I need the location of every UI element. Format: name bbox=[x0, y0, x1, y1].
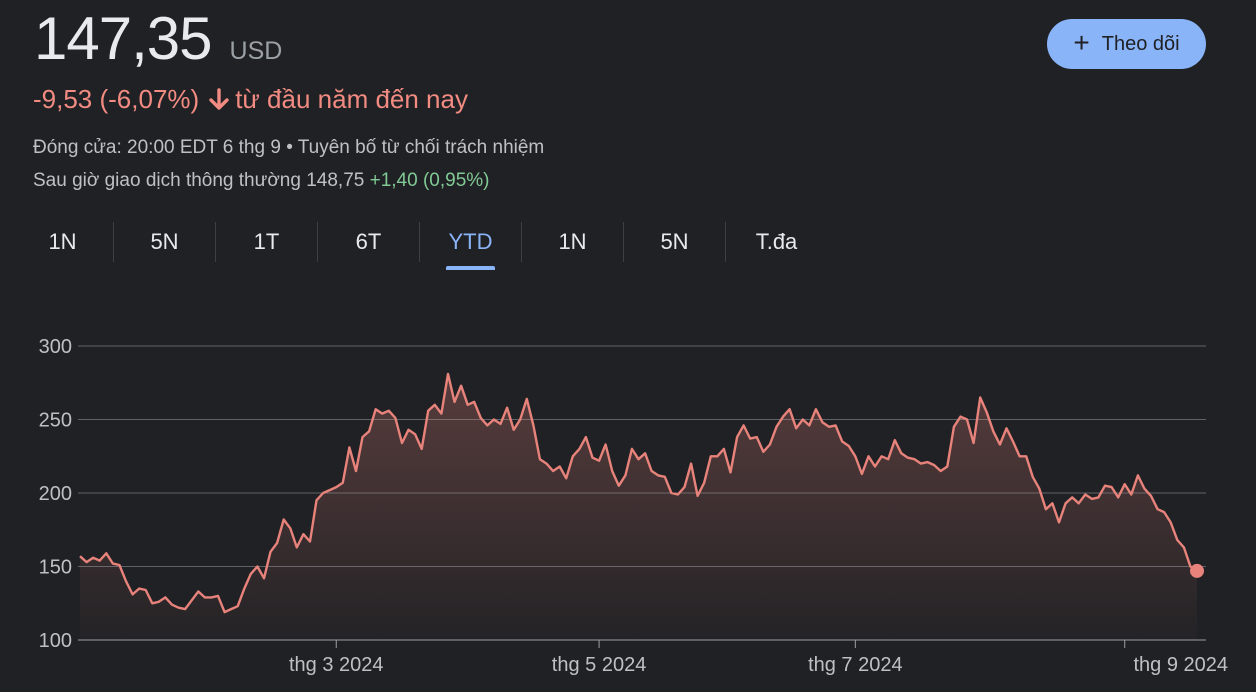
ytd-change: -9,53 (-6,07%) từ đầu năm đến nay bbox=[33, 84, 468, 115]
y-tick-label: 150 bbox=[39, 557, 72, 579]
x-tick-label: thg 7 2024 bbox=[808, 654, 903, 676]
arrow-down-icon bbox=[209, 87, 229, 110]
tab-range-6m[interactable]: 6T bbox=[318, 222, 420, 262]
x-tick-label: thg 9 2024 bbox=[1133, 654, 1228, 676]
plus-icon: + bbox=[1073, 26, 1090, 58]
x-tick-label: thg 5 2024 bbox=[552, 654, 647, 676]
tab-range-1y[interactable]: 1N bbox=[522, 222, 624, 262]
y-tick-label: 300 bbox=[39, 336, 72, 358]
tab-range-5y[interactable]: 5N bbox=[624, 222, 726, 262]
tab-range-1d[interactable]: 1N bbox=[12, 222, 114, 262]
current-price: 147,35 bbox=[34, 5, 213, 72]
follow-label: Theo dõi bbox=[1101, 32, 1180, 55]
y-tick-label: 200 bbox=[39, 483, 72, 505]
x-tick-label: thg 3 2024 bbox=[289, 654, 384, 676]
tab-range-5d[interactable]: 5N bbox=[114, 222, 216, 262]
price-header: 147,35 USD bbox=[34, 4, 282, 73]
y-tick-label: 100 bbox=[39, 630, 72, 652]
price-area bbox=[80, 373, 1197, 640]
close-info: Đóng cửa: 20:00 EDT 6 thg 9 • Tuyên bố t… bbox=[33, 137, 545, 158]
change-period: từ đầu năm đến nay bbox=[235, 84, 468, 114]
y-tick-label: 250 bbox=[39, 410, 72, 432]
tab-range-max[interactable]: T.đa bbox=[726, 222, 827, 262]
follow-button[interactable]: + Theo dõi bbox=[1047, 19, 1206, 69]
after-hours-info: Sau giờ giao dịch thông thường 148,75 +1… bbox=[33, 170, 490, 192]
after-hours-label: Sau giờ giao dịch thông thường 148,75 bbox=[33, 170, 365, 191]
range-tabs: 1N 5N 1T 6T YTD 1N 5N T.đa bbox=[12, 222, 827, 270]
currency-label: USD bbox=[229, 37, 283, 65]
tab-range-ytd[interactable]: YTD bbox=[420, 222, 522, 270]
after-hours-change: +1,40 (0,95%) bbox=[369, 170, 490, 191]
price-chart[interactable]: 300 250 200 150 100 thg 3 2024 thg 5 2024 thg … bbox=[0, 300, 1256, 692]
last-price-point bbox=[1190, 563, 1204, 578]
tab-range-1m[interactable]: 1T bbox=[216, 222, 318, 262]
change-value: -9,53 (-6,07%) bbox=[33, 84, 200, 114]
